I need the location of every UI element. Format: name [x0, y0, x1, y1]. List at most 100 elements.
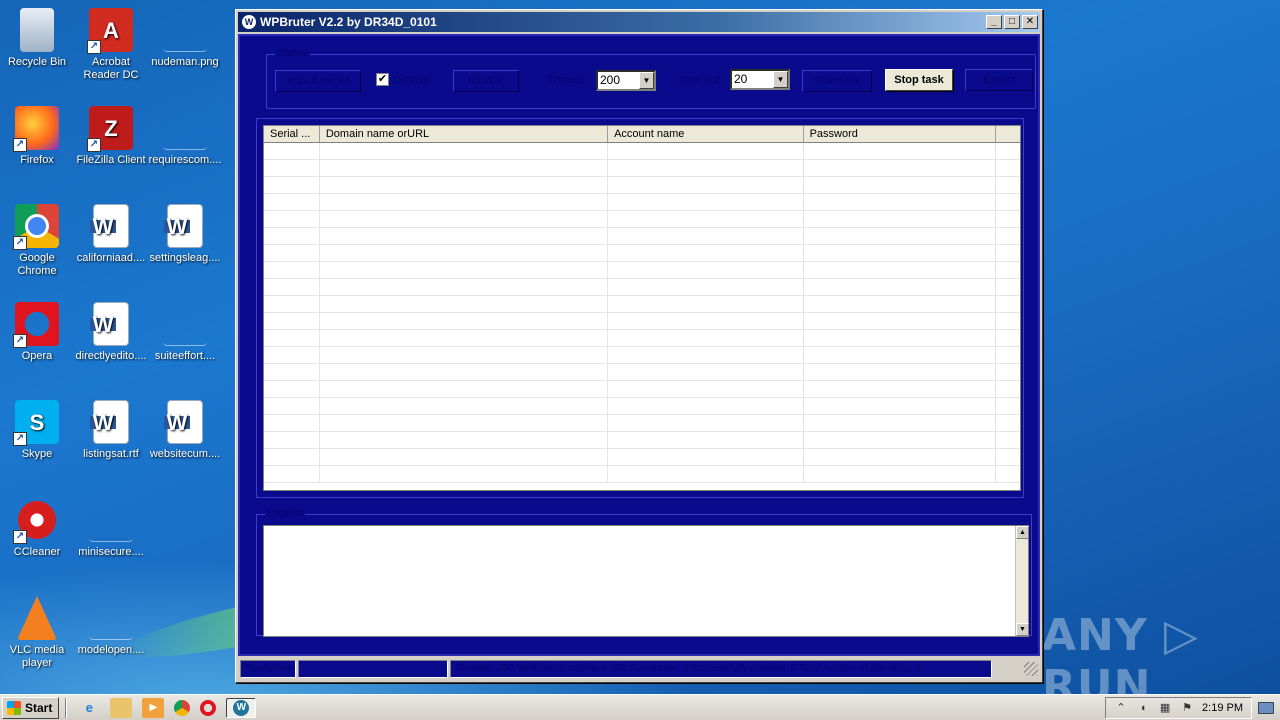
start-button[interactable]: Start	[2, 696, 60, 719]
desktop-icon-label: Skype	[21, 448, 53, 460]
desktop-icon-label: nudeman.png	[151, 56, 219, 68]
table-row[interactable]	[264, 194, 1020, 211]
table-cell	[608, 330, 804, 346]
wpbruter-taskbar-icon[interactable]: W	[226, 697, 257, 718]
table-cell	[996, 296, 1020, 312]
clock[interactable]: 2:19 PM	[1202, 702, 1243, 714]
desktop-icon-chrome[interactable]: ↗ Google Chrome	[0, 204, 74, 278]
table-cell	[320, 347, 609, 363]
results-table[interactable]: Serial ... Domain name orURL Account nam…	[263, 125, 1021, 491]
desktop-icon-websitecum[interactable]: W websitecum....	[148, 400, 222, 461]
column-header-domain[interactable]: Domain name orURL	[320, 126, 609, 142]
start-task-button[interactable]: Start task	[802, 70, 872, 92]
table-cell	[264, 347, 320, 363]
table-cell	[608, 449, 804, 465]
column-header-serial[interactable]: Serial ...	[264, 126, 320, 142]
scroll-up-icon[interactable]: ▲	[1016, 526, 1029, 539]
network-icon[interactable]: ▦	[1158, 701, 1172, 715]
desktop-icon-californiaad[interactable]: W californiaad....	[74, 204, 148, 265]
export-button[interactable]: Export	[965, 69, 1033, 91]
table-cell	[996, 177, 1020, 193]
desktop-icon-recycle-bin[interactable]: Recycle Bin	[0, 8, 74, 69]
table-cell	[320, 262, 609, 278]
desktop-icon-settingsleag[interactable]: W settingsleag....	[148, 204, 222, 265]
table-row[interactable]	[264, 432, 1020, 449]
results-panel: Serial ... Domain name orURL Account nam…	[256, 118, 1024, 498]
desktop-icon-minisecure[interactable]: minisecure....	[74, 498, 148, 559]
table-row[interactable]	[264, 449, 1020, 466]
desktop-icon-suiteeffort[interactable]: suiteeffort....	[148, 302, 222, 363]
table-row[interactable]	[264, 347, 1020, 364]
table-row[interactable]	[264, 313, 1020, 330]
desktop-icon-listingsat[interactable]: W listingsat.rtf	[74, 400, 148, 461]
log-scrollbar[interactable]: ▲ ▼	[1015, 526, 1029, 636]
scroll-down-icon[interactable]: ▼	[1016, 623, 1029, 636]
table-cell	[996, 381, 1020, 397]
chevron-down-icon[interactable]: ▼	[773, 71, 788, 88]
column-header-account[interactable]: Account name	[608, 126, 804, 142]
desktop-icon-ccleaner[interactable]: ↗ CCleaner	[0, 498, 74, 559]
table-row[interactable]	[264, 381, 1020, 398]
desktop-icon-skype[interactable]: S ↗ Skype	[0, 400, 74, 461]
table-row[interactable]	[264, 279, 1020, 296]
resize-grip-icon[interactable]	[1024, 662, 1038, 676]
opera-taskbar-icon[interactable]	[200, 699, 217, 716]
maximize-button[interactable]: □	[1004, 15, 1020, 29]
table-cell	[608, 398, 804, 414]
chevron-down-icon[interactable]: ▼	[639, 72, 654, 89]
dict-checkbox[interactable]: ✔	[376, 73, 389, 86]
table-cell	[804, 398, 997, 414]
internet-explorer-icon[interactable]: e	[78, 698, 100, 718]
desktop-icon-opera[interactable]: ↗ Opera	[0, 302, 74, 363]
desktop-icon-vlc[interactable]: VLC media player	[0, 596, 74, 670]
table-cell	[996, 245, 1020, 261]
table-cell	[804, 432, 997, 448]
table-row[interactable]	[264, 466, 1020, 483]
title-bar[interactable]: W WPBruter V2.2 by DR34D_0101 _ □ ✕	[238, 12, 1040, 32]
table-row[interactable]	[264, 160, 1020, 177]
table-row[interactable]	[264, 143, 1020, 160]
action-center-flag-icon[interactable]: ⚑	[1180, 701, 1194, 715]
desktop-icon-requirescom[interactable]: requirescom....	[148, 106, 222, 167]
stop-task-button[interactable]: Stop task	[885, 69, 953, 91]
table-cell	[608, 347, 804, 363]
close-button[interactable]: ✕	[1022, 15, 1038, 29]
media-player-icon[interactable]: ▶	[142, 697, 165, 718]
show-desktop-button[interactable]	[1258, 701, 1274, 714]
log-textarea[interactable]: ▲ ▼	[263, 525, 1029, 637]
thread-select[interactable]: 200 ▼	[596, 70, 656, 91]
table-cell	[996, 364, 1020, 380]
table-row[interactable]	[264, 177, 1020, 194]
desktop-icon-acrobat[interactable]: A ↗ Acrobat Reader DC	[74, 8, 148, 82]
desktop-icon-label: minisecure....	[78, 546, 144, 558]
table-row[interactable]	[264, 398, 1020, 415]
desktop-icon-modelopen[interactable]: modelopen....	[74, 596, 148, 657]
import-target-button[interactable]: Import target	[275, 70, 361, 92]
table-cell	[996, 279, 1020, 295]
table-row[interactable]	[264, 330, 1020, 347]
table-cell	[608, 160, 804, 176]
imp-dir-button[interactable]: Imp/Dir	[453, 70, 519, 92]
table-row[interactable]	[264, 296, 1020, 313]
table-row[interactable]	[264, 415, 1020, 432]
desktop-icon-nudeman[interactable]: nudeman.png	[148, 8, 222, 69]
volume-icon[interactable]: ◖	[1136, 701, 1150, 715]
file-icon	[163, 106, 207, 150]
minimize-button[interactable]: _	[986, 15, 1002, 29]
desktop-icon-directlyedito[interactable]: W directlyedito....	[74, 302, 148, 363]
table-cell	[264, 364, 320, 380]
desktop-icon-firefox[interactable]: ↗ Firefox	[0, 106, 74, 167]
table-cell	[320, 245, 609, 261]
table-row[interactable]	[264, 228, 1020, 245]
column-header-password[interactable]: Password	[804, 126, 997, 142]
time-out-select[interactable]: 20 ▼	[730, 69, 790, 90]
table-row[interactable]	[264, 364, 1020, 381]
tray-expand-icon[interactable]: ⌃	[1114, 701, 1128, 715]
table-row[interactable]	[264, 262, 1020, 279]
table-cell	[804, 449, 997, 465]
table-row[interactable]	[264, 245, 1020, 262]
file-explorer-icon[interactable]	[110, 697, 133, 718]
desktop-icon-filezilla[interactable]: Z ↗ FileZilla Client	[74, 106, 148, 167]
table-row[interactable]	[264, 211, 1020, 228]
chrome-taskbar-icon[interactable]	[174, 699, 191, 716]
